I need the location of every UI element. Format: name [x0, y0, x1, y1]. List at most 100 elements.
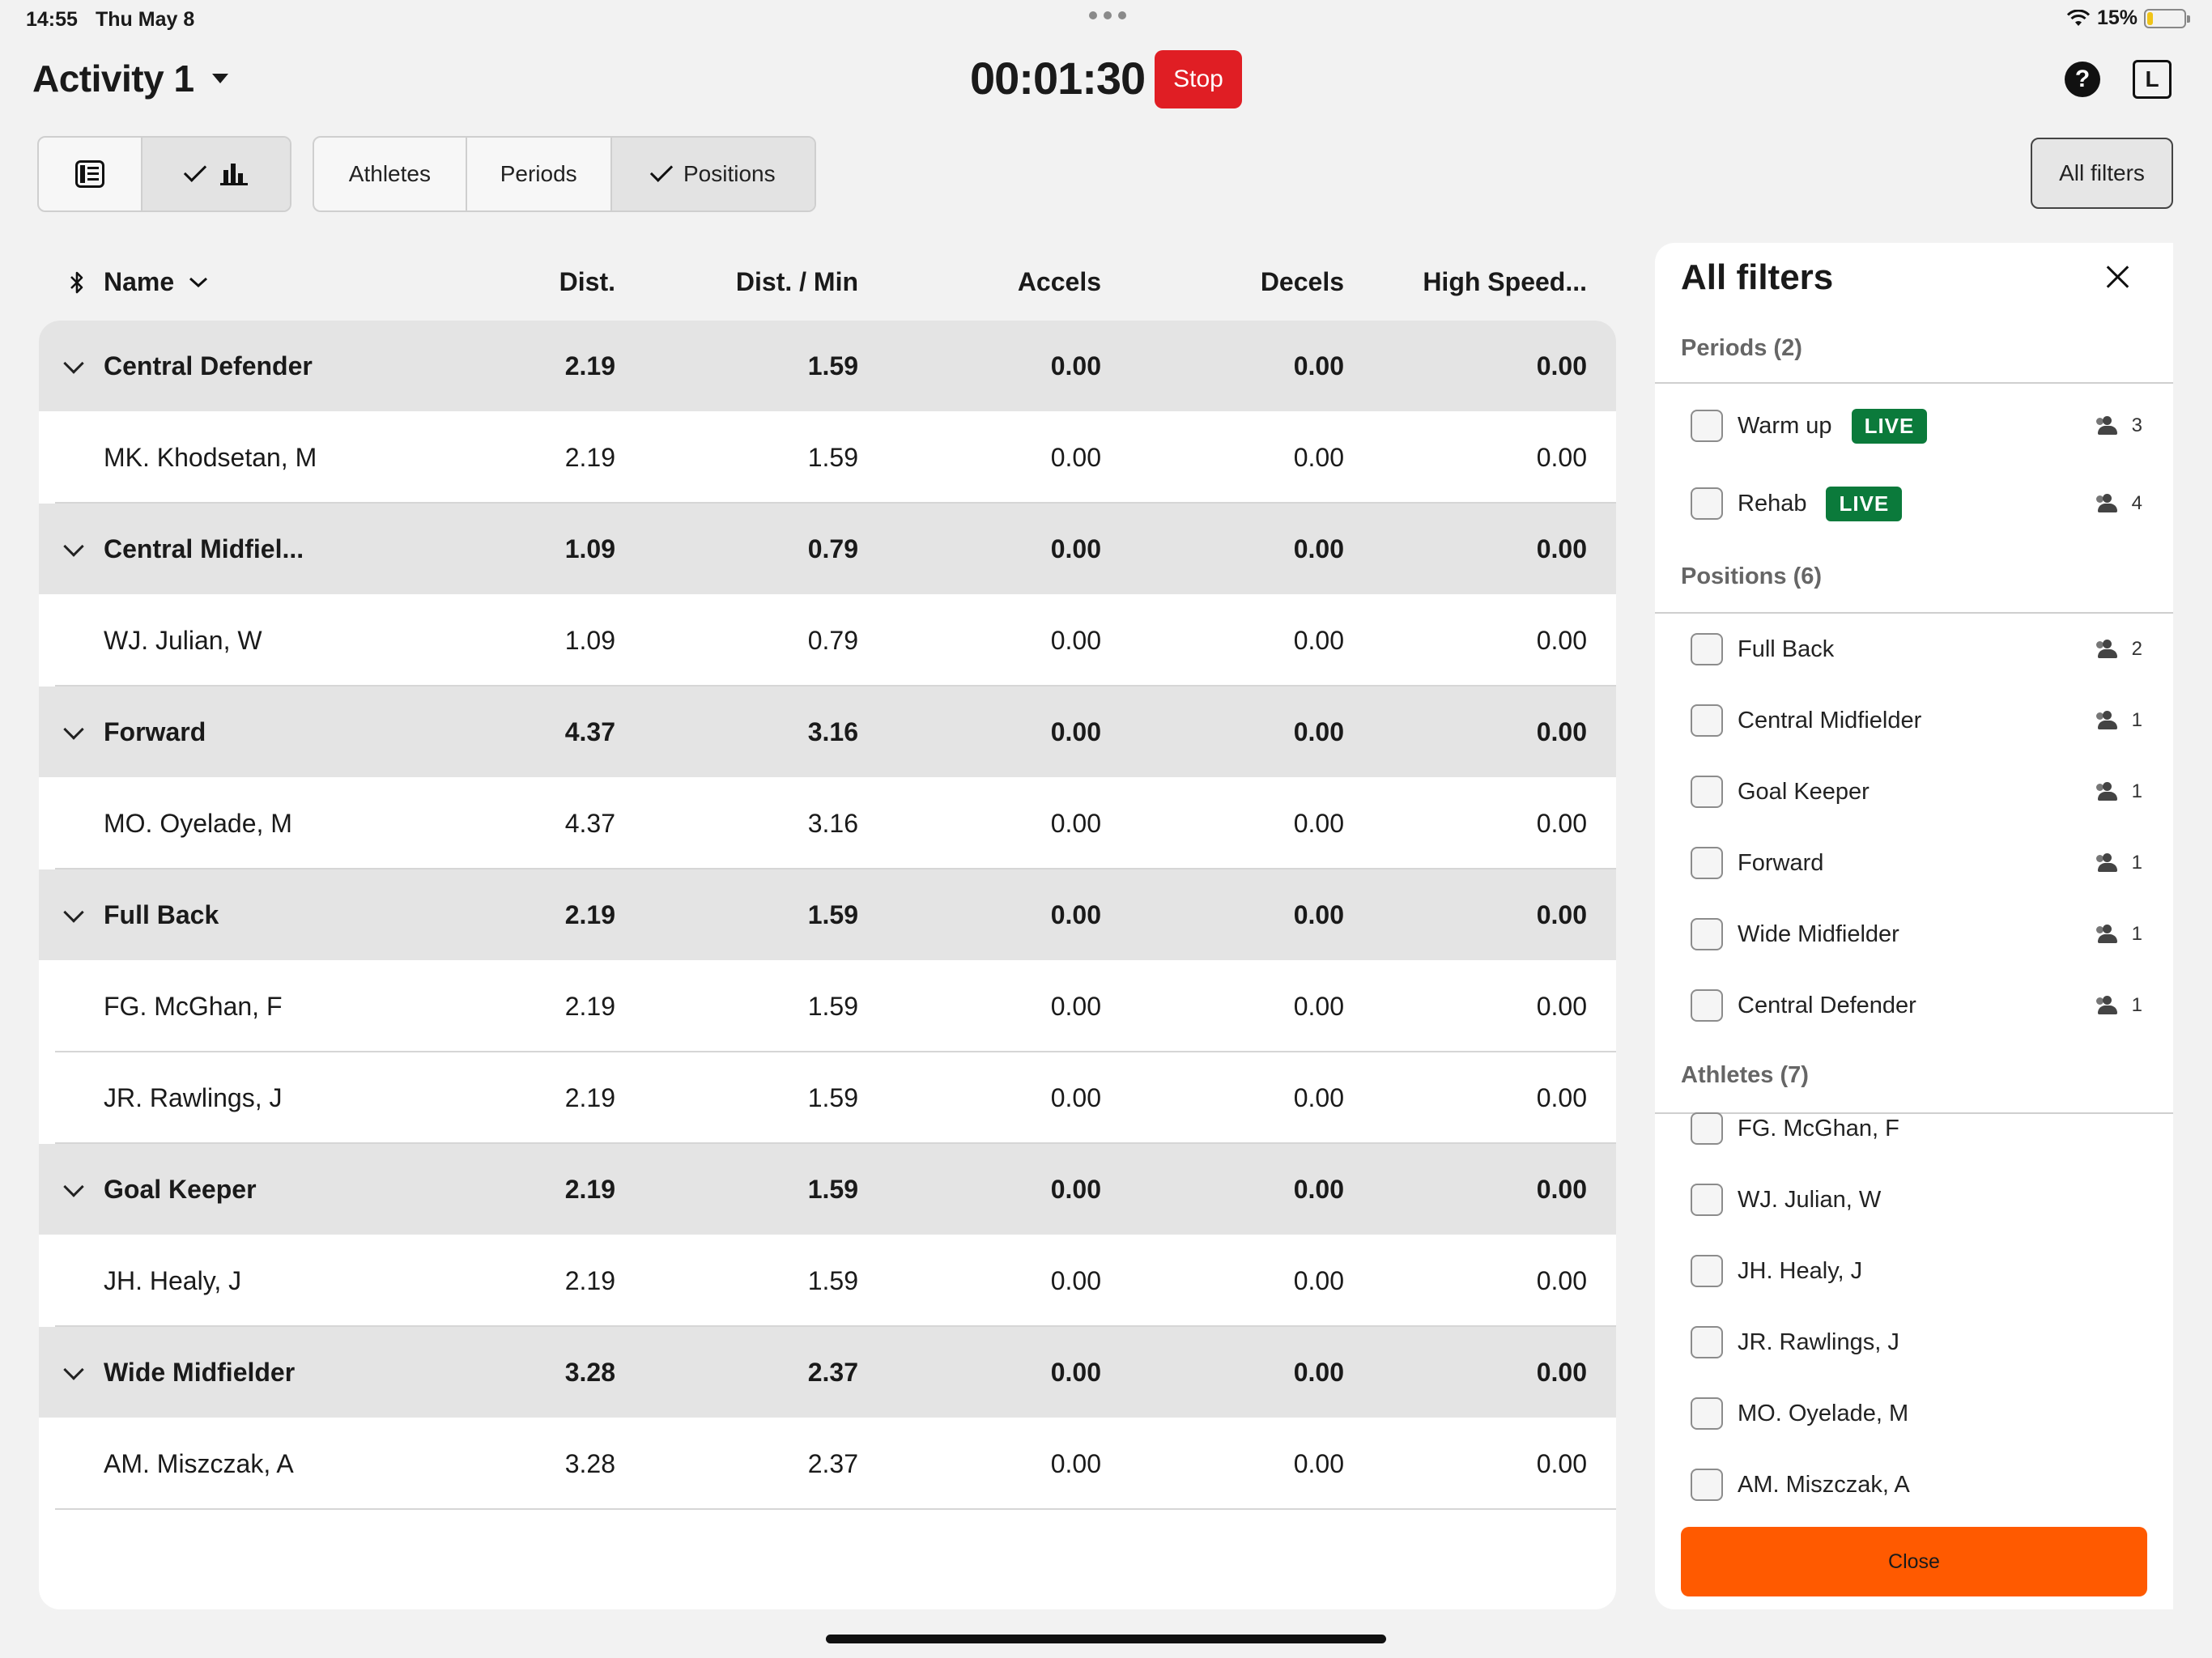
- athlete-count-value: 1: [2131, 780, 2142, 802]
- cell-dist-per-min: 1.59: [807, 992, 858, 1021]
- people-icon: [2095, 782, 2121, 801]
- athletes-filter-item[interactable]: JR. Rawlings, J: [1691, 1320, 2152, 1365]
- athletes-filter-item[interactable]: FG. McGhan, F: [1691, 1106, 2152, 1151]
- close-icon[interactable]: [2104, 262, 2133, 291]
- athlete-row[interactable]: JH. Healy, J 2.19 1.59 0.00 0.00 0.00: [39, 1235, 1616, 1327]
- athlete-count: 4: [2095, 492, 2142, 515]
- checkbox[interactable]: [1691, 1469, 1723, 1501]
- layout-icon[interactable]: L: [2133, 60, 2172, 99]
- athletes-filter-item[interactable]: JH. Healy, J: [1691, 1248, 2152, 1294]
- cell-accels: 0.00: [1050, 1357, 1101, 1387]
- position-group-row[interactable]: Central Midfiel... 1.09 0.79 0.00 0.00 0.00: [39, 504, 1616, 594]
- chevron-down-icon: [63, 902, 84, 923]
- cell-name: Goal Keeper: [104, 1174, 257, 1204]
- position-group-row[interactable]: Central Defender 2.19 1.59 0.00 0.00 0.00: [39, 321, 1616, 411]
- checkbox[interactable]: [1691, 1255, 1723, 1287]
- cell-dist: 3.28: [564, 1357, 615, 1387]
- checkbox[interactable]: [1691, 847, 1723, 879]
- cell-high-speed: 0.00: [1536, 809, 1587, 838]
- checkbox[interactable]: [1691, 633, 1723, 665]
- positions-filter-item[interactable]: Wide Midfielder 1: [1691, 912, 2152, 957]
- chart-view-button[interactable]: [143, 138, 290, 210]
- people-icon: [2095, 925, 2121, 944]
- column-header-dist-per-min[interactable]: Dist. / Min: [736, 267, 858, 297]
- cell-name: AM. Miszczak, A: [104, 1449, 294, 1478]
- cell-dist-per-min: 2.37: [807, 1449, 858, 1478]
- cell-high-speed: 0.00: [1536, 1357, 1587, 1387]
- status-time: 14:55: [26, 8, 78, 31]
- column-header-name[interactable]: Name: [104, 267, 208, 297]
- cell-decels: 0.00: [1293, 809, 1344, 838]
- cell-name: Full Back: [104, 899, 219, 929]
- checkbox[interactable]: [1691, 776, 1723, 808]
- cell-high-speed: 0.00: [1536, 443, 1587, 472]
- checkbox[interactable]: [1691, 487, 1723, 520]
- athlete-row[interactable]: MK. Khodsetan, M 2.19 1.59 0.00 0.00 0.00: [39, 412, 1616, 504]
- periods-section-title: Periods (2): [1681, 335, 1802, 361]
- athlete-count: 1: [2095, 923, 2142, 946]
- checkbox[interactable]: [1691, 989, 1723, 1022]
- athlete-row[interactable]: AM. Miszczak, A 3.28 2.37 0.00 0.00 0.00: [39, 1418, 1616, 1510]
- checkbox[interactable]: [1691, 1326, 1723, 1358]
- cell-dist-per-min: 3.16: [807, 809, 858, 838]
- divider: [1655, 382, 2173, 384]
- cell-name: JR. Rawlings, J: [104, 1083, 283, 1112]
- cell-high-speed: 0.00: [1536, 351, 1587, 380]
- help-icon[interactable]: ?: [2065, 62, 2100, 97]
- cell-accels: 0.00: [1050, 443, 1101, 472]
- cell-dist: 4.37: [564, 809, 615, 838]
- periods-filter-item[interactable]: Rehab LIVE 4: [1691, 481, 2152, 526]
- athlete-row[interactable]: WJ. Julian, W 1.09 0.79 0.00 0.00 0.00: [39, 595, 1616, 687]
- positions-filter-item[interactable]: Goal Keeper 1: [1691, 769, 2152, 814]
- checkbox[interactable]: [1691, 918, 1723, 950]
- position-group-row[interactable]: Forward 4.37 3.16 0.00 0.00 0.00: [39, 687, 1616, 777]
- chevron-down-icon: [63, 719, 84, 740]
- list-view-button[interactable]: [39, 138, 143, 210]
- tab-periods[interactable]: Periods: [467, 138, 612, 210]
- positions-filter-item[interactable]: Central Midfielder 1: [1691, 698, 2152, 743]
- periods-filter-item[interactable]: Warm up LIVE 3: [1691, 403, 2152, 449]
- athlete-count-value: 1: [2131, 709, 2142, 731]
- cell-name: Wide Midfielder: [104, 1357, 296, 1387]
- checkbox[interactable]: [1691, 704, 1723, 737]
- close-button[interactable]: Close: [1681, 1527, 2147, 1596]
- checkbox[interactable]: [1691, 1184, 1723, 1216]
- checkbox[interactable]: [1691, 410, 1723, 442]
- positions-filter-item[interactable]: Full Back 2: [1691, 627, 2152, 672]
- positions-filter-item[interactable]: Forward 1: [1691, 840, 2152, 886]
- metrics-table: Name Dist. Dist. / Min Accels Decels Hig…: [39, 243, 1616, 1609]
- all-filters-button[interactable]: All filters: [2031, 138, 2173, 209]
- stop-button[interactable]: Stop: [1155, 50, 1242, 108]
- checkbox[interactable]: [1691, 1397, 1723, 1430]
- athletes-filter-item[interactable]: MO. Oyelade, M: [1691, 1391, 2152, 1436]
- tab-positions[interactable]: Positions: [611, 138, 815, 210]
- activity-selector[interactable]: Activity 1: [32, 57, 228, 100]
- positions-filter-item[interactable]: Central Defender 1: [1691, 983, 2152, 1028]
- cell-accels: 0.00: [1050, 1083, 1101, 1112]
- column-header-accels[interactable]: Accels: [1018, 267, 1101, 297]
- athletes-filter-item[interactable]: WJ. Julian, W: [1691, 1177, 2152, 1222]
- athlete-row[interactable]: JR. Rawlings, J 2.19 1.59 0.00 0.00 0.00: [39, 1052, 1616, 1144]
- cell-dist: 2.19: [564, 1266, 615, 1295]
- position-group-row[interactable]: Wide Midfielder 3.28 2.37 0.00 0.00 0.00: [39, 1327, 1616, 1418]
- chevron-down-icon: [63, 1359, 84, 1380]
- multitasking-dots-icon[interactable]: [1089, 11, 1126, 19]
- athlete-row[interactable]: FG. McGhan, F 2.19 1.59 0.00 0.00 0.00: [39, 961, 1616, 1052]
- checkbox[interactable]: [1691, 1112, 1723, 1145]
- cell-accels: 0.00: [1050, 1174, 1101, 1204]
- athletes-filter-item[interactable]: AM. Miszczak, A: [1691, 1462, 2152, 1507]
- athlete-row[interactable]: MO. Oyelade, M 4.37 3.16 0.00 0.00 0.00: [39, 778, 1616, 869]
- panel-title: All filters: [1681, 257, 1834, 297]
- column-header-decels[interactable]: Decels: [1261, 267, 1344, 297]
- cell-high-speed: 0.00: [1536, 1266, 1587, 1295]
- athletes-scroll-area[interactable]: FG. McGhan, F WJ. Julian, W JH. Healy, J JR…: [1655, 1106, 2173, 1511]
- position-group-row[interactable]: Full Back 2.19 1.59 0.00 0.00 0.00: [39, 869, 1616, 960]
- tab-athletes[interactable]: Athletes: [314, 138, 467, 210]
- home-indicator[interactable]: [826, 1635, 1386, 1643]
- live-badge: LIVE: [1826, 486, 1903, 521]
- table-header: Name Dist. Dist. / Min Accels Decels Hig…: [39, 243, 1616, 321]
- column-header-dist[interactable]: Dist.: [559, 267, 615, 297]
- position-group-row[interactable]: Goal Keeper 2.19 1.59 0.00 0.00 0.00: [39, 1144, 1616, 1235]
- people-icon: [2095, 494, 2121, 513]
- column-header-high-speed[interactable]: High Speed...: [1423, 267, 1587, 297]
